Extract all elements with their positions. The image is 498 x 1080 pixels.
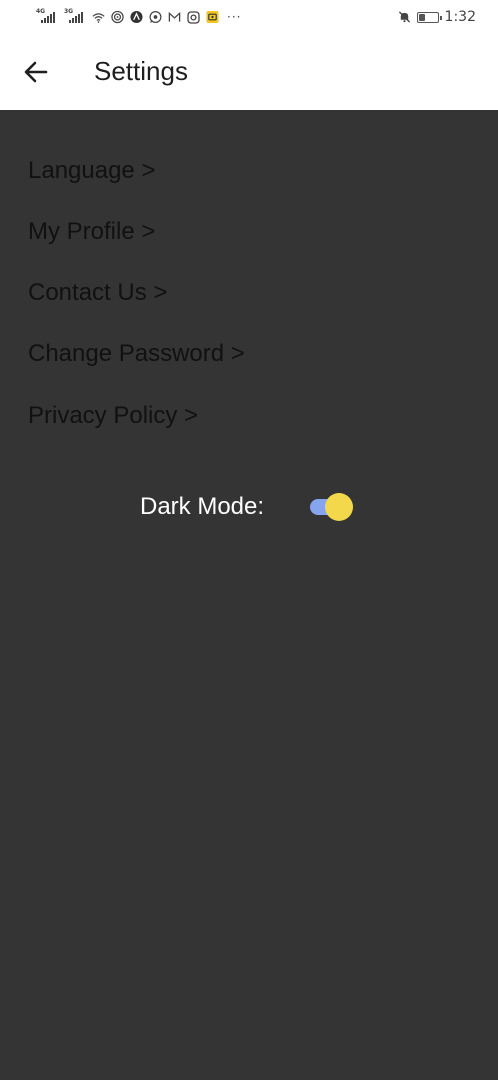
menu-item-my-profile[interactable]: My Profile > [28,218,155,246]
whatsapp-icon [149,11,162,24]
page-title: Settings [94,56,188,86]
clock: 1:32 [444,9,476,25]
mute-icon [398,11,411,24]
signal-icon: 3G [64,8,86,24]
status-bar: 4G 3G ··· 1:32 [0,0,498,34]
instagram-icon [187,10,200,24]
wifi-icon [92,11,105,24]
arrow-left-icon[interactable] [22,58,50,86]
battery-level-fill [418,13,425,21]
signal-icon: 4G [36,8,58,24]
status-bar-right: 1:32 [398,9,476,25]
menu-item-contact-us[interactable]: Contact Us > [28,279,167,307]
menu-item-privacy-policy[interactable]: Privacy Policy > [28,402,198,430]
menu-item-language[interactable]: Language > [28,157,155,185]
notification-app-icon [206,10,219,24]
dark-mode-label: Dark Mode: [140,493,265,520]
app-a-icon [130,10,143,24]
app-bar: Settings [0,34,498,110]
hotspot-icon [111,10,124,24]
more-icon: ··· [227,10,242,24]
status-bar-left: 4G 3G ··· [36,8,242,24]
settings-content: Language > My Profile > Contact Us > Cha… [0,110,498,1080]
toggle-thumb [325,493,353,521]
menu-item-change-password[interactable]: Change Password > [28,340,245,368]
dark-mode-toggle[interactable] [308,491,354,523]
battery-icon [416,11,442,23]
gmail-icon [168,11,181,24]
